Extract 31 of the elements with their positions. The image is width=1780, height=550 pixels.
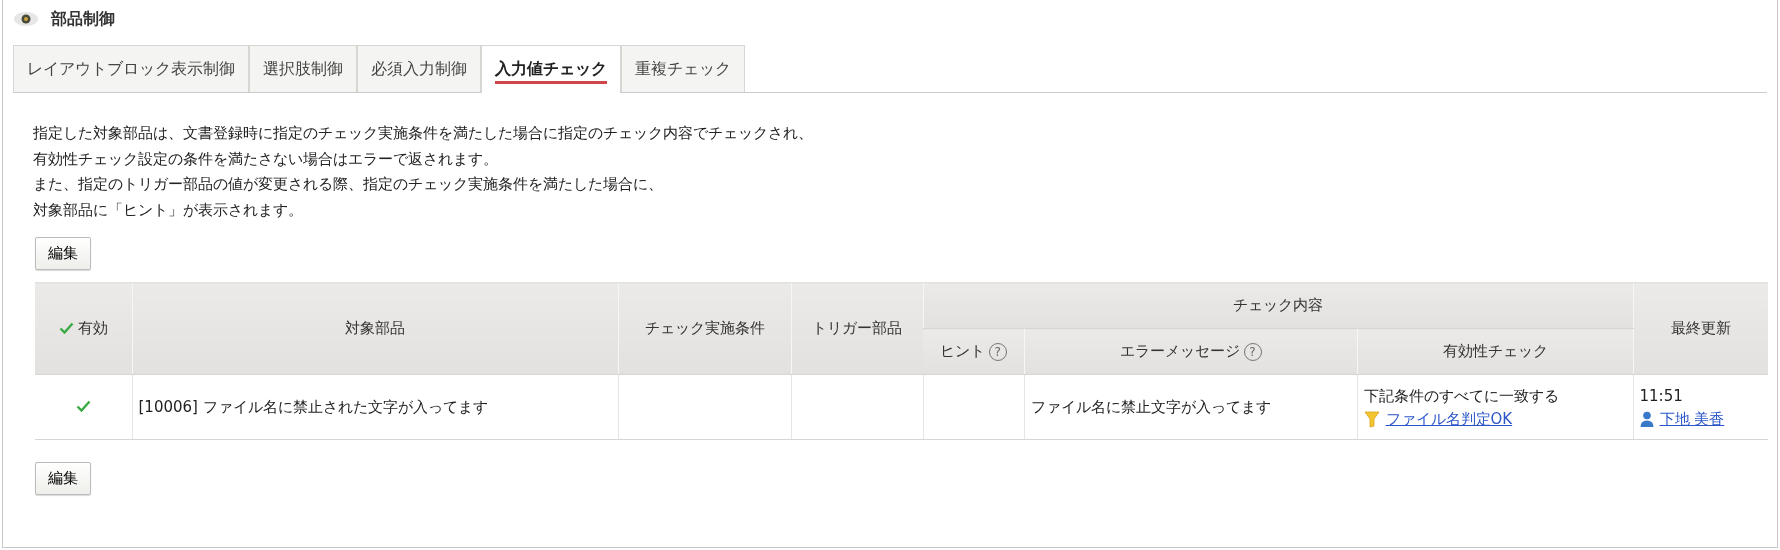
check-icon [58, 322, 74, 335]
tab[interactable]: レイアウトブロック表示制御 [13, 45, 249, 92]
eye-icon [13, 11, 39, 27]
column-header: チェック実施条件 [618, 282, 791, 375]
column-header: ヒント [939, 342, 985, 361]
user-link[interactable]: 下地 美香 [1659, 409, 1725, 429]
user-icon [1639, 411, 1654, 427]
condition-link[interactable]: ファイル名判定OK [1385, 409, 1513, 429]
column-header: 有効性チェック [1357, 328, 1633, 375]
tab[interactable]: 必須入力制御 [357, 45, 481, 92]
description-text: 有効性チェック設定の条件を満たさない場合はエラーで返されます。 [33, 149, 498, 168]
tab[interactable]: 重複チェック [621, 45, 745, 92]
description-text: 対象部品に「ヒント」が表示されます。 [33, 200, 303, 219]
column-header-label: 有効 [77, 318, 108, 338]
table-cell: [10006] ファイル名に禁止された文字が入ってます [132, 374, 618, 440]
description-text: 指定した対象部品は、文書登録時に指定のチェック実施条件を満たした場合に指定のチェック内容でチェックされ、 [33, 124, 813, 142]
tab[interactable]: 入力値チェック [481, 45, 621, 93]
edit-button[interactable]: 編集 [35, 237, 91, 270]
column-group-header: チェック内容 [923, 282, 1633, 329]
tab[interactable]: 選択肢制御 [249, 45, 357, 92]
table-cell: ファイル名に禁止文字が入ってます [1024, 374, 1357, 440]
filter-icon [1363, 410, 1380, 428]
rule-text: 下記条件のすべてに一致する [1363, 385, 1560, 406]
column-header: 対象部品 [132, 282, 618, 375]
description-text: また、指定のトリガー部品の値が変更される際、指定のチェック実施条件を満たした場合に、 [33, 175, 663, 193]
column-header: 最終更新 [1633, 282, 1768, 375]
column-header: エラーメッセージ [1119, 342, 1240, 361]
update-time: 11:51 [1639, 385, 1684, 406]
page-title: 部品制御 [51, 8, 115, 30]
edit-button[interactable]: 編集 [35, 462, 91, 495]
column-header: トリガー部品 [791, 282, 923, 375]
